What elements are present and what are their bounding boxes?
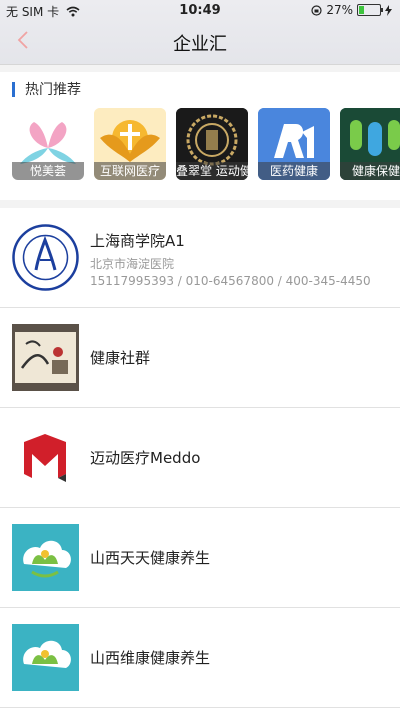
- hot-item-label: 悦美荟: [12, 162, 84, 180]
- hot-item-internet-medical[interactable]: 互联网医疗: [94, 108, 166, 180]
- list-item[interactable]: 迈动医疗Meddo: [0, 408, 400, 508]
- list-item[interactable]: 山西天天健康养生: [0, 508, 400, 608]
- hot-item-yuemeihui[interactable]: 悦美荟: [12, 108, 84, 180]
- enterprise-name: 上海商学院A1: [90, 232, 185, 250]
- hot-item-diecuitang[interactable]: 叠翠堂 运动健: [176, 108, 248, 180]
- top-header: 无 SIM 卡 10:49 27% 企业汇: [0, 0, 400, 65]
- hot-items-row: 悦美荟 互联网医疗 叠翠堂 运动健 医药健康 健康保健: [12, 108, 400, 180]
- meddo-logo-icon: [12, 424, 79, 491]
- enterprise-name: 迈动医疗Meddo: [90, 449, 201, 467]
- hot-item-health-care[interactable]: 健康保健: [340, 108, 400, 180]
- enterprise-name: 健康社群: [90, 349, 151, 367]
- section-accent-bar: [12, 81, 15, 97]
- enterprise-phones: 15117995393 / 010-64567800 / 400-345-445…: [90, 274, 371, 288]
- enterprise-location: 北京市海淀医院: [90, 257, 175, 271]
- enterprise-list: 上海商学院A1 北京市海淀医院 15117995393 / 010-645678…: [0, 208, 400, 708]
- hot-item-label: 健康保健: [340, 162, 400, 180]
- status-bar: 无 SIM 卡 10:49 27%: [0, 0, 400, 20]
- hot-item-label: 叠翠堂 运动健: [176, 162, 248, 180]
- health-community-thumbnail-icon: [12, 324, 79, 391]
- charging-bolt-icon: [385, 4, 392, 16]
- enterprise-name: 山西维康健康养生: [90, 649, 211, 667]
- list-item[interactable]: 山西维康健康养生: [0, 608, 400, 708]
- page-title: 企业汇: [173, 34, 227, 55]
- section-header: 热门推荐: [12, 81, 81, 98]
- hot-item-label: 医药健康: [258, 162, 330, 180]
- hot-item-pharma-health[interactable]: 医药健康: [258, 108, 330, 180]
- battery-icon: [357, 4, 383, 16]
- status-right: 27%: [311, 3, 392, 17]
- rotation-lock-icon: [311, 4, 322, 16]
- hot-recommend-section: 热门推荐 悦美荟 互联网医疗 叠翠堂 运动健 医药健康 健康保健: [0, 72, 400, 200]
- shanghai-business-school-logo-icon: [12, 224, 79, 291]
- hot-item-label: 互联网医疗: [94, 162, 166, 180]
- shanxi-weikang-logo-icon: [12, 624, 79, 691]
- enterprise-name: 山西天天健康养生: [90, 549, 211, 567]
- list-item[interactable]: 上海商学院A1 北京市海淀医院 15117995393 / 010-645678…: [0, 208, 400, 308]
- list-item[interactable]: 健康社群: [0, 308, 400, 408]
- shanxi-tiantian-logo-icon: [12, 524, 79, 591]
- section-title: 热门推荐: [25, 82, 81, 98]
- battery-percent: 27%: [326, 3, 353, 17]
- nav-bar: 企业汇: [0, 20, 400, 64]
